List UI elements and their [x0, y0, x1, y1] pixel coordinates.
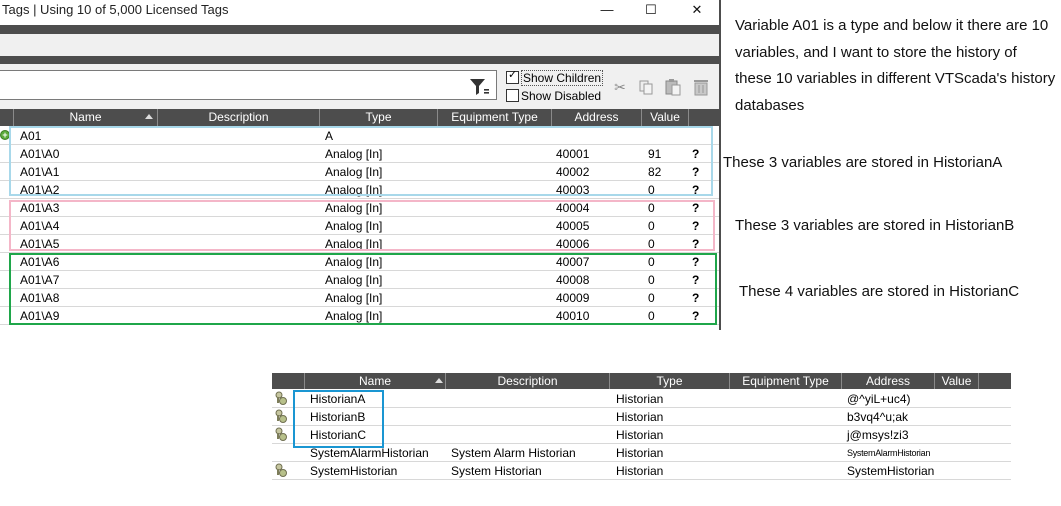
- window-border: [719, 0, 721, 330]
- cell-address: @^yiL+uc4): [847, 392, 911, 406]
- historian-icon: [275, 427, 287, 441]
- cell-type: Historian: [616, 446, 664, 460]
- close-icon[interactable]: ✕: [674, 0, 720, 22]
- column-value-header[interactable]: Value: [935, 373, 979, 389]
- main-annotation: Variable A01 is a type and below it ther…: [735, 17, 1056, 114]
- sort-ascending-icon: [435, 378, 443, 383]
- cell-address: SystemHistorian: [847, 464, 935, 478]
- show-disabled-checkbox[interactable]: Show Disabled: [506, 88, 601, 104]
- minimize-icon[interactable]: —: [584, 0, 630, 22]
- title-bar: Tags | Using 10 of 5,000 Licensed Tags —…: [0, 0, 719, 22]
- checkbox-box[interactable]: [506, 89, 519, 102]
- sort-ascending-icon: [145, 114, 153, 119]
- cell-name: SystemHistorian: [310, 464, 398, 478]
- cell-description: System Alarm Historian: [451, 446, 576, 460]
- header-band: [0, 25, 719, 34]
- column-equipment-type-header[interactable]: Equipment Type: [730, 373, 842, 389]
- header-cell: [0, 109, 14, 126]
- checkbox-box[interactable]: ✓: [506, 69, 519, 84]
- filter-icon[interactable]: [468, 77, 490, 97]
- historian-icon: [275, 391, 287, 405]
- column-name-header[interactable]: Name: [14, 109, 158, 126]
- copy-icon[interactable]: [637, 78, 655, 96]
- window-title: Tags | Using 10 of 5,000 Licensed Tags: [2, 2, 229, 17]
- trash-icon[interactable]: [692, 78, 710, 96]
- show-children-label: Show Children: [521, 70, 604, 86]
- cell-type: Historian: [616, 410, 664, 424]
- tag-filter-input[interactable]: [0, 70, 497, 100]
- show-disabled-label: Show Disabled: [521, 89, 602, 103]
- column-type-header[interactable]: Type: [610, 373, 730, 389]
- historian-a-group-box: [9, 126, 713, 196]
- column-address-header[interactable]: Address: [552, 109, 642, 126]
- cell-type: Historian: [616, 392, 664, 406]
- column-description-header[interactable]: Description: [446, 373, 610, 389]
- cell-type: Historian: [616, 464, 664, 478]
- column-value-header[interactable]: Value: [642, 109, 689, 126]
- column-name-header[interactable]: Name: [305, 373, 446, 389]
- historian-grid-header: Name Description Type Equipment Type Add…: [272, 373, 1011, 389]
- cell-address: j@msys!zi3: [847, 428, 909, 442]
- historian-b-group-box: [9, 200, 715, 251]
- annotation-historian-a: These 3 variables are stored in Historia…: [723, 154, 1003, 171]
- paste-icon[interactable]: [664, 78, 682, 96]
- historian-icon: [275, 409, 287, 423]
- show-children-checkbox[interactable]: ✓ Show Children: [506, 69, 604, 86]
- historian-row[interactable]: SystemHistorian System Historian Historian…: [272, 462, 1011, 480]
- historian-c-group-box: [9, 253, 717, 325]
- tag-grid-header: Name Description Type Equipment Type Add…: [0, 109, 719, 126]
- checkmark-icon: ✓: [508, 69, 518, 81]
- historian-icon: [275, 463, 287, 477]
- cell-description: System Historian: [451, 464, 542, 478]
- cell-type: Historian: [616, 428, 664, 442]
- toolbar-band: [0, 56, 719, 64]
- column-address-header[interactable]: Address: [842, 373, 935, 389]
- cell-address: SystemAlarmHistorian: [847, 448, 931, 458]
- header-strip: [0, 34, 719, 56]
- scissors-icon[interactable]: ✂: [611, 78, 629, 96]
- column-type-header[interactable]: Type: [320, 109, 438, 126]
- annotation-historian-b: These 3 variables are stored in Historia…: [735, 217, 1015, 234]
- cell-address: b3vq4^u;ak: [847, 410, 909, 424]
- annotation-historian-c: These 4 variables are stored in Historia…: [739, 283, 1020, 300]
- maximize-icon[interactable]: ☐: [628, 0, 674, 22]
- header-cell: [272, 373, 305, 389]
- column-equipment-type-header[interactable]: Equipment Type: [438, 109, 552, 126]
- historian-highlight-box: [293, 390, 384, 448]
- column-description-header[interactable]: Description: [158, 109, 320, 126]
